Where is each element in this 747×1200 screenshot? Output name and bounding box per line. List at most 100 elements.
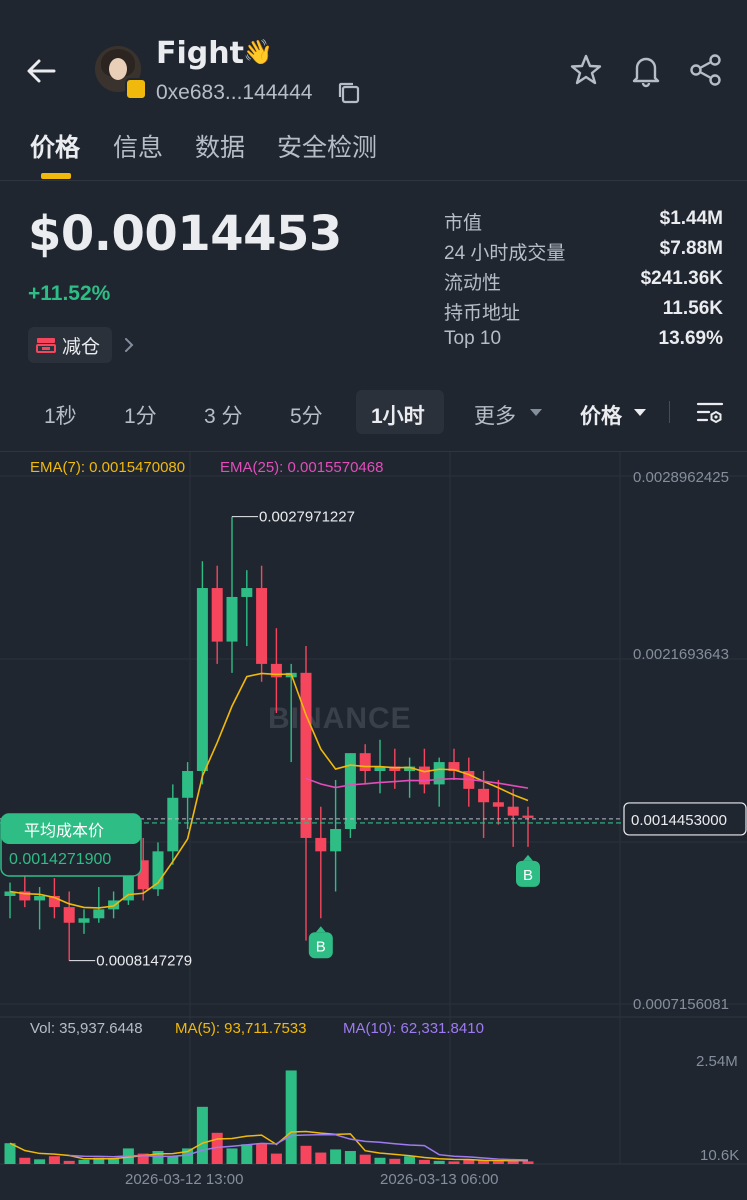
- stat-label-top10: Top 10: [444, 328, 502, 349]
- candle-body: [315, 837, 327, 852]
- volume-bar: [270, 1153, 282, 1164]
- bell-icon[interactable]: [628, 52, 664, 88]
- tab-info[interactable]: 信息: [113, 128, 163, 164]
- volume-axis-label: 2.54M: [696, 1053, 738, 1070]
- volume-bar: [241, 1144, 253, 1164]
- volume-bar: [374, 1157, 386, 1164]
- candlestick-chart[interactable]: BINANCE 0.0028962425 0.0021693643 0.0007156…: [0, 452, 747, 1200]
- volume-bar: [152, 1151, 164, 1164]
- tab-price[interactable]: 价格: [30, 128, 80, 164]
- volume-bar: [256, 1143, 268, 1164]
- candle-body: [270, 663, 282, 678]
- time-axis-label: 2026-03-12 13:00: [125, 1171, 243, 1188]
- reduce-position-label: 减仓: [62, 336, 101, 358]
- interval-more[interactable]: 更多: [474, 400, 516, 430]
- price-axis-label: 0.0021693643: [633, 646, 729, 663]
- candle-body: [78, 918, 90, 923]
- candle-body: [433, 762, 445, 785]
- star-icon[interactable]: [568, 52, 604, 88]
- candle-body: [211, 588, 223, 642]
- price-change: +11.52%: [28, 282, 111, 305]
- price-type-selector[interactable]: 价格: [580, 400, 622, 430]
- candle-body: [63, 907, 75, 923]
- reduce-position-icon: [36, 338, 56, 353]
- volume-bar: [4, 1143, 16, 1164]
- candle-body: [196, 588, 208, 772]
- volume-bar: [300, 1145, 312, 1164]
- volume-bar: [492, 1161, 504, 1164]
- ema25-indicator: EMA(25): 0.0015570468: [220, 459, 384, 476]
- toolbar-separator: [669, 401, 670, 423]
- candle-body: [182, 771, 194, 798]
- interval-1m[interactable]: 1分: [124, 400, 157, 430]
- tab-security-check[interactable]: 安全检测: [277, 128, 377, 164]
- candle-body: [300, 672, 312, 838]
- candle-body: [507, 806, 519, 816]
- volume-bar: [48, 1156, 60, 1164]
- buy-marker-label: B: [523, 867, 533, 884]
- volume-bar: [404, 1156, 416, 1164]
- reduce-position-button[interactable]: 减仓: [28, 327, 113, 363]
- low-price-annotation: 0.0008147279: [96, 953, 192, 970]
- binance-watermark: BINANCE: [268, 702, 412, 735]
- active-tab-indicator: [41, 173, 71, 179]
- ema7-indicator: EMA(7): 0.0015470080: [30, 459, 186, 476]
- contract-address[interactable]: 0xe683...144444: [156, 81, 312, 105]
- candle-body: [478, 788, 490, 803]
- volume-bar: [522, 1161, 534, 1164]
- more-caret-icon: [530, 409, 542, 416]
- stat-value-market-cap: $1.44M: [659, 208, 723, 229]
- token-name: Fight: [156, 36, 244, 71]
- volume-bar: [167, 1156, 179, 1164]
- current-price: $0.0014453: [28, 206, 342, 262]
- ma5-indicator: MA(5): 93,711.7533: [175, 1020, 307, 1037]
- stat-value-top10: 13.69%: [658, 328, 723, 349]
- copy-icon[interactable]: [336, 80, 362, 106]
- interval-5m[interactable]: 5分: [290, 400, 323, 430]
- candle-body: [241, 588, 253, 597]
- stat-label-24h-volume: 24 小时成交量: [444, 243, 566, 264]
- volume-bar: [418, 1159, 430, 1164]
- candle-body: [167, 797, 179, 852]
- divider: [0, 180, 747, 181]
- stat-value-liquidity: $241.36K: [640, 268, 723, 289]
- volume-bar: [330, 1149, 342, 1164]
- volume-bar: [433, 1160, 445, 1164]
- volume-bar: [108, 1158, 120, 1164]
- volume-bar: [315, 1152, 327, 1164]
- chart-settings-icon[interactable]: [695, 398, 725, 428]
- back-arrow-icon[interactable]: [24, 54, 58, 88]
- candle-body: [226, 596, 238, 642]
- volume-bar: [63, 1160, 75, 1164]
- stat-value-24h-volume: $7.88M: [659, 238, 723, 259]
- stat-label-liquidity: 流动性: [444, 273, 502, 294]
- volume-bar: [344, 1151, 356, 1164]
- avg-cost-value: 0.0014271900: [9, 851, 111, 868]
- volume-bar: [196, 1106, 208, 1164]
- ma10-indicator: MA(10): 62,331.8410: [343, 1020, 484, 1037]
- stat-value-holders: 11.56K: [662, 298, 723, 319]
- candle-body: [330, 829, 342, 852]
- buy-marker-label: B: [316, 938, 326, 955]
- tab-data[interactable]: 数据: [195, 128, 245, 164]
- candle-body: [522, 815, 534, 818]
- current-price-axis-label: 0.0014453000: [631, 812, 727, 829]
- volume-bar: [448, 1161, 460, 1164]
- buy-marker-pointer: [523, 854, 533, 861]
- price-axis-label: 0.0007156081: [633, 996, 729, 1013]
- share-icon[interactable]: [688, 52, 724, 88]
- interval-1h[interactable]: 1小时: [371, 400, 425, 430]
- volume-bar: [389, 1158, 401, 1164]
- candle-body: [34, 895, 46, 901]
- ma10-line: [69, 1133, 529, 1161]
- candle-body: [492, 802, 504, 807]
- chevron-right-icon[interactable]: [122, 336, 136, 354]
- interval-3m[interactable]: 3 分: [204, 400, 243, 430]
- bnb-chain-badge-icon: [125, 78, 147, 100]
- candle-body: [256, 588, 268, 664]
- candle-body: [108, 900, 120, 910]
- candle-body: [359, 753, 371, 772]
- avg-cost-title: 平均成本价: [24, 822, 104, 840]
- interval-1s[interactable]: 1秒: [44, 400, 77, 430]
- stat-label-market-cap: 市值: [444, 213, 483, 234]
